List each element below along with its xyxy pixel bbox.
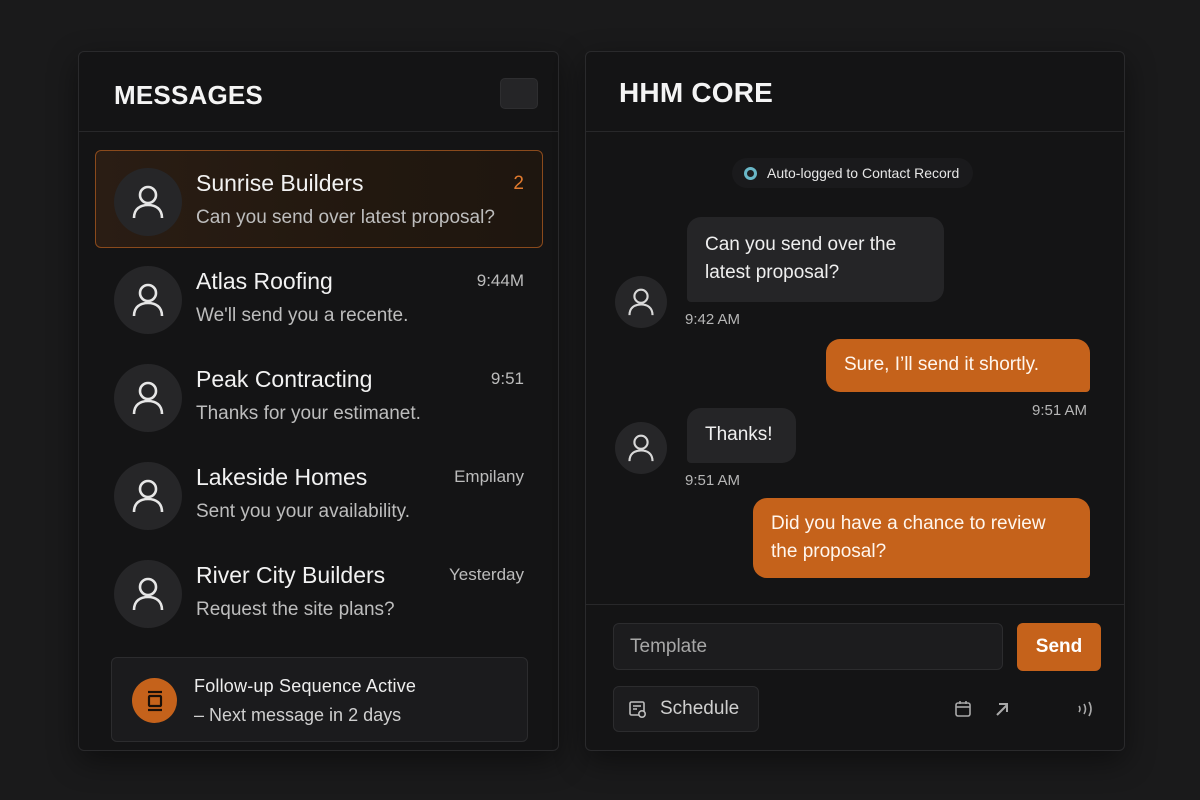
conversation-item-river-city-builders[interactable]: River City Builders Request the site pla… bbox=[95, 542, 543, 640]
chat-panel: HHM CORE Auto-logged to Contact Record C… bbox=[585, 51, 1125, 751]
composer-divider bbox=[586, 604, 1124, 605]
messages-panel: MESSAGES Sunrise Builders Can you send o… bbox=[78, 51, 559, 751]
calendar-icon[interactable] bbox=[954, 700, 972, 718]
conversation-name: Lakeside Homes bbox=[196, 464, 368, 490]
contact-avatar bbox=[615, 276, 667, 328]
user-icon bbox=[132, 479, 164, 513]
signal-icon[interactable] bbox=[1075, 700, 1095, 718]
message-timestamp: 9:51 AM bbox=[685, 472, 741, 489]
auto-logged-label: Auto-logged to Contact Record bbox=[767, 165, 960, 181]
message-bubble-outgoing: Sure, I’ll send it shortly. bbox=[826, 339, 1090, 392]
conversation-time: Empilany bbox=[454, 467, 524, 486]
messages-title: MESSAGES bbox=[114, 80, 263, 110]
conversation-preview: We'll send you a recente. bbox=[196, 305, 409, 326]
followup-subtitle: – Next message in 2 days bbox=[194, 705, 402, 725]
avatar bbox=[114, 560, 182, 628]
arrow-up-right-icon[interactable] bbox=[993, 700, 1011, 718]
user-icon bbox=[628, 288, 654, 316]
contact-avatar bbox=[615, 422, 667, 474]
avatar bbox=[114, 168, 182, 236]
user-icon bbox=[132, 283, 164, 317]
messages-header: MESSAGES bbox=[79, 52, 558, 132]
conversation-item-sunrise-builders[interactable]: Sunrise Builders Can you send over lates… bbox=[95, 150, 543, 248]
header-action-button[interactable] bbox=[500, 78, 538, 109]
schedule-label: Schedule bbox=[660, 698, 740, 719]
message-text: Thanks! bbox=[705, 424, 773, 445]
message-text: Can you send over the bbox=[705, 234, 897, 255]
user-icon bbox=[132, 381, 164, 415]
followup-title: Follow-up Sequence Active bbox=[194, 676, 417, 696]
message-timestamp: 9:51 AM bbox=[1032, 402, 1088, 419]
avatar bbox=[114, 266, 182, 334]
sequence-icon bbox=[132, 678, 177, 723]
conversation-list: Sunrise Builders Can you send over lates… bbox=[95, 150, 543, 640]
conversation-preview: Sent you your availability. bbox=[196, 501, 411, 522]
conversation-preview: Request the site plans? bbox=[196, 599, 395, 620]
conversation-item-peak-contracting[interactable]: Peak Contracting Thanks for your estiman… bbox=[95, 346, 543, 444]
followup-sequence-card[interactable]: Follow-up Sequence Active – Next message… bbox=[111, 657, 528, 742]
user-icon bbox=[628, 434, 654, 462]
status-dot-icon bbox=[744, 166, 757, 180]
message-text: the proposal? bbox=[771, 541, 887, 562]
avatar bbox=[114, 364, 182, 432]
avatar bbox=[114, 462, 182, 530]
message-timestamp: 9:42 AM bbox=[685, 311, 741, 328]
chat-title: HHM CORE bbox=[619, 77, 774, 108]
message-text: Did you have a chance to review bbox=[771, 513, 1046, 534]
message-bubble-outgoing: Did you have a chance to review the prop… bbox=[753, 498, 1090, 578]
template-input[interactable] bbox=[613, 623, 1003, 670]
conversation-item-lakeside-homes[interactable]: Lakeside Homes Sent you your availabilit… bbox=[95, 444, 543, 542]
conversation-time: Yesterday bbox=[449, 565, 524, 584]
message-text: latest proposal? bbox=[705, 262, 840, 283]
conversation-name: Sunrise Builders bbox=[196, 170, 364, 196]
message-text: Sure, I’ll send it shortly. bbox=[844, 354, 1040, 375]
conversation-preview: Thanks for your estimanet. bbox=[196, 403, 421, 424]
conversation-time: 9:51 bbox=[490, 369, 524, 388]
conversation-name: Atlas Roofing bbox=[196, 268, 333, 294]
message-bubble-incoming: Can you send over the latest proposal? bbox=[687, 217, 944, 302]
message-bubble-incoming: Thanks! bbox=[687, 408, 796, 463]
user-icon bbox=[132, 185, 164, 219]
conversation-name: Peak Contracting bbox=[196, 366, 373, 392]
send-button[interactable]: Send bbox=[1017, 623, 1101, 671]
conversation-preview: Can you send over latest proposal? bbox=[196, 207, 495, 228]
chat-header: HHM CORE bbox=[586, 52, 1124, 132]
schedule-button[interactable]: Schedule bbox=[613, 686, 759, 732]
user-icon bbox=[132, 577, 164, 611]
schedule-icon bbox=[629, 701, 647, 719]
auto-logged-badge: Auto-logged to Contact Record bbox=[732, 158, 974, 188]
unread-count-badge: 2 bbox=[513, 173, 524, 194]
conversation-name: River City Builders bbox=[196, 562, 386, 588]
conversation-time: 9:44M bbox=[476, 271, 524, 290]
conversation-item-atlas-roofing[interactable]: Atlas Roofing We'll send you a recente. … bbox=[95, 248, 543, 346]
